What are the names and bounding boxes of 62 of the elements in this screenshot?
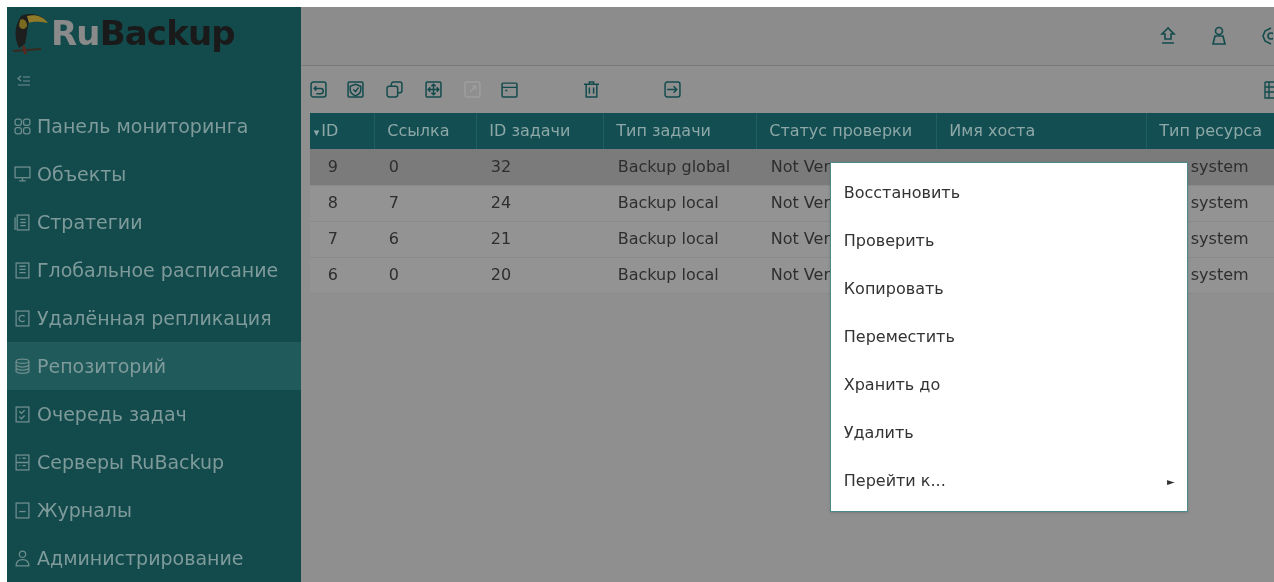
table-cell: 32 xyxy=(490,156,512,176)
upload-icon[interactable] xyxy=(1159,26,1177,46)
table-settings-icon[interactable] xyxy=(1264,80,1274,100)
user-icon xyxy=(14,549,31,567)
calendar-icon[interactable] xyxy=(500,81,518,98)
log-file-icon xyxy=(14,501,31,519)
menu-item[interactable]: Переместить xyxy=(830,313,1187,361)
logo-text: Ru xyxy=(51,13,100,54)
sidebar-item[interactable]: Стратегии xyxy=(7,198,301,246)
menu-item[interactable]: Удалить xyxy=(830,409,1187,457)
documents-icon xyxy=(14,213,31,231)
table-cell: 21 xyxy=(490,229,512,248)
server-list-icon xyxy=(14,453,31,471)
table-cell: 0 xyxy=(388,265,399,284)
table-cell: 8 xyxy=(327,193,338,212)
submenu-arrow-icon: ► xyxy=(1167,473,1175,489)
shield-check-icon[interactable] xyxy=(346,81,364,98)
document-icon xyxy=(14,261,31,279)
sidebar-item[interactable]: Удалённая репликация xyxy=(7,294,301,342)
table-cell: Not Ver xyxy=(770,229,830,248)
table-cell: system xyxy=(1190,265,1249,284)
grid-icon xyxy=(14,117,31,135)
table-cell: system xyxy=(1190,193,1249,212)
table-cell: Not Ver xyxy=(770,265,830,284)
table-cell: system xyxy=(1190,156,1249,176)
sidebar-item[interactable]: Панель мониторинга xyxy=(7,102,301,150)
arrow-right-box-icon[interactable] xyxy=(663,81,681,98)
table-cell: system xyxy=(1190,229,1249,248)
menu-item[interactable]: Перейти к... ► xyxy=(830,457,1187,505)
sidebar-item[interactable]: Администрирование xyxy=(7,534,301,582)
monitor-icon xyxy=(14,165,31,183)
undo-icon[interactable] xyxy=(309,81,327,98)
refresh-document-icon xyxy=(14,309,31,327)
table-cell: Backup local xyxy=(617,265,719,284)
table-cell: 6 xyxy=(327,265,338,284)
table-cell: Not Ver xyxy=(770,193,830,212)
table-cell: 24 xyxy=(490,193,512,212)
table-cell: Backup global xyxy=(617,156,731,176)
copy-icon[interactable] xyxy=(385,81,403,98)
table-cell: 0 xyxy=(388,156,399,176)
table-cell: 7 xyxy=(327,229,338,248)
move-icon[interactable] xyxy=(424,81,442,98)
table-cell: Backup local xyxy=(617,193,719,212)
menu-item[interactable]: Хранить до xyxy=(830,361,1187,409)
column-header[interactable]: ▾ID xyxy=(309,113,375,149)
sidebar-item[interactable]: Репозиторий xyxy=(7,342,301,390)
sidebar-item[interactable]: Объекты xyxy=(7,150,301,198)
table-cell: 6 xyxy=(388,229,399,248)
table-cell: Backup local xyxy=(617,229,719,248)
table-cell: 9 xyxy=(327,156,338,176)
trash-icon[interactable] xyxy=(582,81,600,98)
checklist-icon xyxy=(14,405,31,423)
database-icon xyxy=(14,357,31,375)
sidebar-item[interactable]: Очередь задач xyxy=(7,390,301,438)
table-cell: 20 xyxy=(490,265,512,284)
table-cell: 7 xyxy=(388,193,399,212)
sidebar-item[interactable]: Журналы xyxy=(7,486,301,534)
table-cell: Not Ver xyxy=(770,156,830,176)
settings-icon[interactable] xyxy=(1261,26,1273,46)
sidebar-item[interactable]: Глобальное расписание xyxy=(7,246,301,294)
sidebar-item[interactable]: Серверы RuBackup xyxy=(7,438,301,486)
user-icon[interactable] xyxy=(1211,26,1227,46)
